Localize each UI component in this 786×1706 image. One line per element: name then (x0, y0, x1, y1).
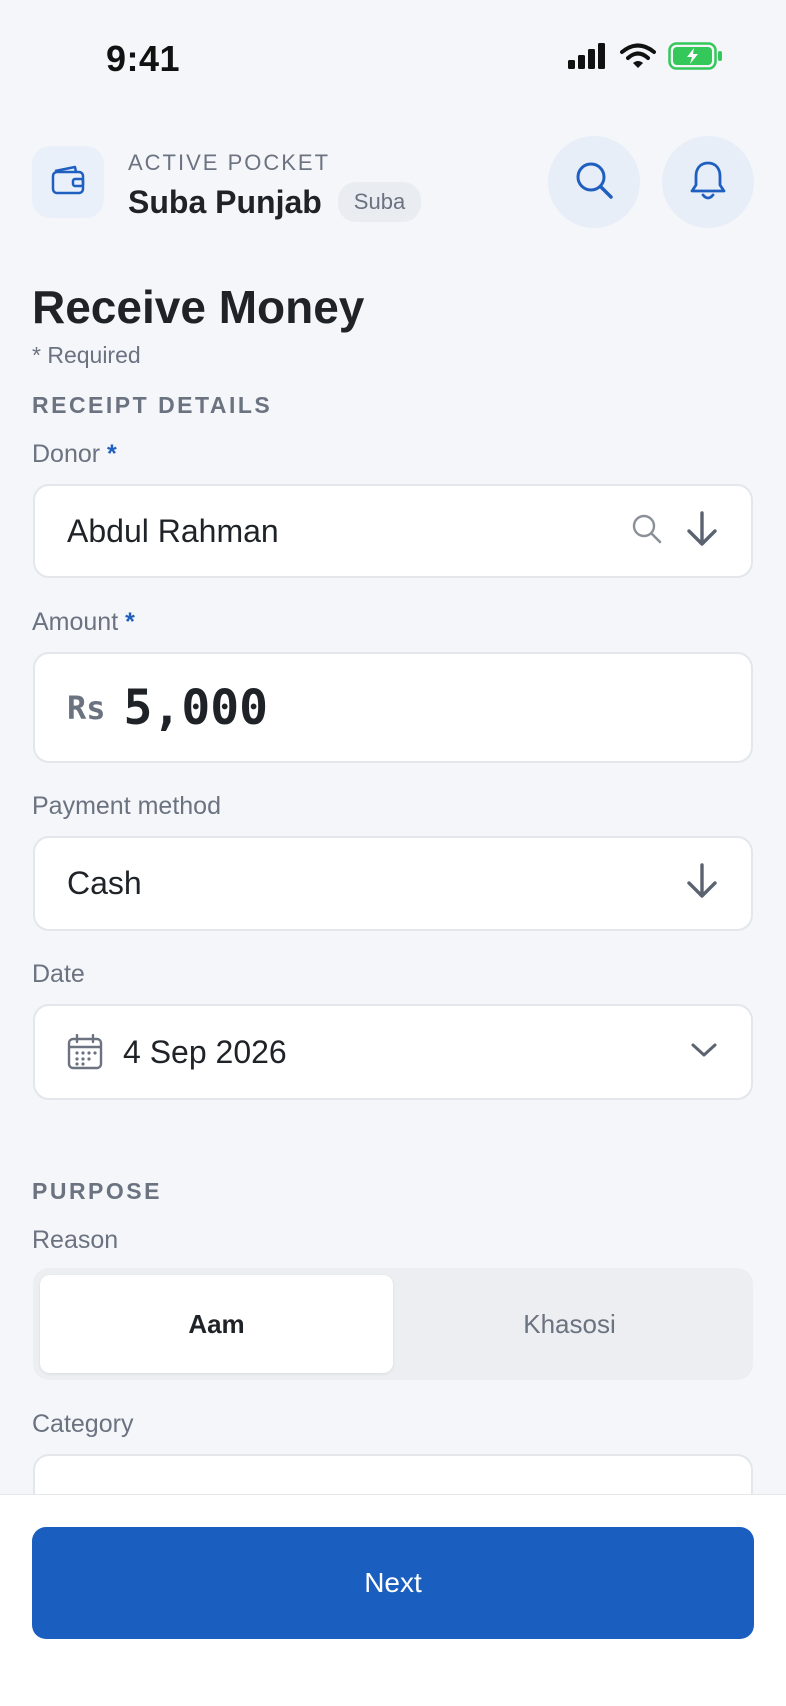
wallet-icon (51, 165, 85, 200)
pocket-name: Suba Punjab (128, 183, 322, 220)
reason-segmented-control: Aam Khasosi (33, 1268, 753, 1380)
purpose-heading: PURPOSE (32, 1178, 162, 1204)
donor-value: Abdul Rahman (67, 512, 279, 549)
bottom-action-bar: Next (0, 1494, 786, 1706)
status-icons (568, 42, 724, 75)
amount-label-text: Amount (32, 608, 119, 636)
search-icon[interactable] (631, 513, 663, 550)
chevron-down-icon (689, 1040, 719, 1065)
reason-option-aam[interactable]: Aam (40, 1275, 393, 1373)
status-time: 9:41 (106, 38, 181, 79)
payment-method-value: Cash (67, 865, 142, 901)
calendar-icon (67, 1034, 103, 1070)
required-marker: * (107, 440, 117, 468)
date-picker[interactable]: 4 Sep 2026 (33, 1004, 753, 1100)
currency-label: Rs (67, 688, 106, 727)
donor-field[interactable]: Abdul Rahman (33, 484, 753, 578)
reason-label: Reason (32, 1226, 119, 1254)
status-bar: 9:41 (0, 0, 786, 118)
signal-icon (568, 43, 608, 74)
payment-method-select[interactable]: Cash (33, 836, 753, 931)
date-label: Date (32, 960, 85, 988)
active-pocket-info: ACTIVE POCKET Suba Punjab Suba (128, 150, 422, 222)
donor-label: Donor * (32, 440, 117, 469)
amount-label: Amount * (32, 608, 135, 637)
search-icon (573, 159, 615, 206)
required-marker: * (125, 608, 135, 636)
receive-money-screen: 9:41 ACTIVE POCKET Suba Punjab Suba Rece… (0, 0, 786, 1706)
amount-value: 5,000 (123, 679, 269, 736)
category-label: Category (32, 1410, 134, 1438)
donor-label-text: Donor (32, 440, 101, 468)
reason-option-khasosi[interactable]: Khasosi (393, 1275, 746, 1373)
notifications-button[interactable] (662, 136, 754, 228)
arrow-down-icon (685, 862, 719, 905)
active-pocket-caption: ACTIVE POCKET (128, 150, 331, 175)
next-button[interactable]: Next (32, 1527, 754, 1639)
page-title: Receive Money (32, 281, 365, 333)
receipt-details-heading: RECEIPT DETAILS (32, 392, 273, 418)
bell-icon (689, 159, 727, 206)
payment-method-label: Payment method (32, 792, 221, 820)
arrow-down-icon[interactable] (685, 510, 719, 553)
required-note: * Required (32, 342, 141, 368)
battery-icon (668, 42, 724, 75)
amount-field[interactable]: Rs 5,000 (33, 652, 753, 763)
wifi-icon (620, 43, 656, 74)
wallet-button[interactable] (32, 146, 104, 218)
pocket-header: ACTIVE POCKET Suba Punjab Suba (32, 136, 754, 228)
search-button[interactable] (548, 136, 640, 228)
date-value: 4 Sep 2026 (123, 1033, 287, 1070)
pocket-level-badge: Suba (337, 182, 422, 222)
